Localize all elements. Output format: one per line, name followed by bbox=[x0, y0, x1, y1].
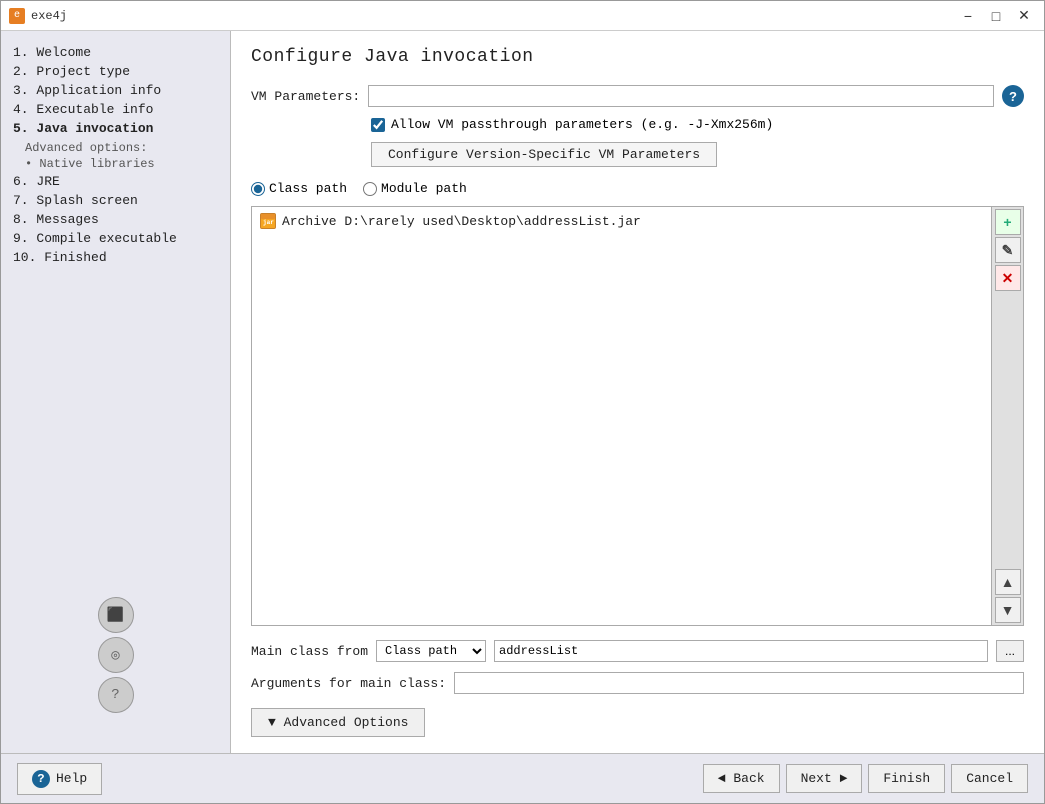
sidebar-item-executable-info[interactable]: 4. Executable info bbox=[9, 100, 222, 119]
sidebar-item-project-type[interactable]: 2. Project type bbox=[9, 62, 222, 81]
restore-button[interactable]: □ bbox=[984, 6, 1008, 26]
arguments-input[interactable] bbox=[454, 672, 1024, 694]
sidebar-item-splash-screen[interactable]: 7. Splash screen bbox=[9, 191, 222, 210]
configure-version-specific-button[interactable]: Configure Version-Specific VM Parameters bbox=[371, 142, 717, 167]
main-class-label: Main class from bbox=[251, 644, 368, 659]
main-class-row: Main class from Class path Module path .… bbox=[251, 640, 1024, 662]
module-path-option[interactable]: Module path bbox=[363, 181, 467, 196]
vm-parameters-help-button[interactable]: ? bbox=[1002, 85, 1024, 107]
classpath-remove-button[interactable]: ✕ bbox=[995, 265, 1021, 291]
back-button[interactable]: ◄ Back bbox=[703, 764, 780, 793]
classpath-item[interactable]: jar Archive D:\rarely used\Desktop\addre… bbox=[256, 211, 987, 231]
configure-btn-row: Configure Version-Specific VM Parameters bbox=[251, 142, 1024, 167]
class-path-option[interactable]: Class path bbox=[251, 181, 347, 196]
main-class-browse-button[interactable]: ... bbox=[996, 640, 1024, 662]
main-window: e exe4j − □ ✕ 1. Welcome 2. Project type… bbox=[0, 0, 1045, 804]
sidebar-item-welcome[interactable]: 1. Welcome bbox=[9, 43, 222, 62]
svg-text:jar: jar bbox=[263, 219, 274, 226]
classpath-list[interactable]: jar Archive D:\rarely used\Desktop\addre… bbox=[252, 207, 991, 625]
main-class-input[interactable] bbox=[494, 640, 988, 662]
minimize-button[interactable]: − bbox=[956, 6, 980, 26]
allow-passthrough-label: Allow VM passthrough parameters (e.g. -J… bbox=[391, 117, 773, 132]
help-label: Help bbox=[56, 771, 87, 786]
classpath-add-button[interactable]: + bbox=[995, 209, 1021, 235]
sidebar-item-compile-executable[interactable]: 9. Compile executable bbox=[9, 229, 222, 248]
sidebar-icon-2: ◎ bbox=[98, 637, 134, 673]
sidebar-advanced-options-section: Advanced options: • Native libraries bbox=[9, 140, 222, 172]
sidebar-item-messages[interactable]: 8. Messages bbox=[9, 210, 222, 229]
allow-passthrough-checkbox[interactable] bbox=[371, 118, 385, 132]
sidebar-item-java-invocation[interactable]: 5. Java invocation bbox=[9, 119, 222, 138]
main-panel: Configure Java invocation VM Parameters:… bbox=[231, 31, 1044, 753]
sidebar-native-libraries[interactable]: • Native libraries bbox=[25, 156, 222, 172]
vm-parameters-input[interactable] bbox=[368, 85, 994, 107]
module-path-label: Module path bbox=[381, 181, 467, 196]
jar-icon: jar bbox=[260, 213, 276, 229]
classpath-container: jar Archive D:\rarely used\Desktop\addre… bbox=[251, 206, 1024, 626]
main-class-dropdown[interactable]: Class path Module path bbox=[376, 640, 486, 662]
vm-parameters-row: VM Parameters: ? bbox=[251, 85, 1024, 107]
window-controls: − □ ✕ bbox=[956, 6, 1036, 26]
help-button[interactable]: ? Help bbox=[17, 763, 102, 795]
sidebar-item-jre[interactable]: 6. JRE bbox=[9, 172, 222, 191]
sidebar: 1. Welcome 2. Project type 3. Applicatio… bbox=[1, 31, 231, 753]
cancel-button[interactable]: Cancel bbox=[951, 764, 1028, 793]
sidebar-item-finished[interactable]: 10. Finished bbox=[9, 248, 222, 267]
class-path-radio[interactable] bbox=[251, 182, 265, 196]
advanced-options-button[interactable]: ▼ Advanced Options bbox=[251, 708, 425, 737]
close-button[interactable]: ✕ bbox=[1012, 6, 1036, 26]
sidebar-item-application-info[interactable]: 3. Application info bbox=[9, 81, 222, 100]
app-icon: e bbox=[9, 8, 25, 24]
next-button[interactable]: Next ► bbox=[786, 764, 863, 793]
allow-passthrough-row: Allow VM passthrough parameters (e.g. -J… bbox=[251, 117, 1024, 132]
help-icon: ? bbox=[32, 770, 50, 788]
classpath-edit-button[interactable]: ✎ bbox=[995, 237, 1021, 263]
sidebar-bottom-icons: ⬛ ◎ ? bbox=[98, 597, 134, 713]
classpath-up-button[interactable]: ▲ bbox=[995, 569, 1021, 595]
classpath-action-sidebar: + ✎ ✕ ▲ ▼ bbox=[991, 207, 1023, 625]
title-bar-left: e exe4j bbox=[9, 8, 67, 24]
panel-title: Configure Java invocation bbox=[251, 47, 1024, 67]
finish-button[interactable]: Finish bbox=[868, 764, 945, 793]
sidebar-advanced-options-label: Advanced options: bbox=[25, 140, 222, 156]
title-bar: e exe4j − □ ✕ bbox=[1, 1, 1044, 31]
classpath-down-button[interactable]: ▼ bbox=[995, 597, 1021, 623]
vm-parameters-label: VM Parameters: bbox=[251, 89, 360, 104]
bottom-bar: ? Help ◄ Back Next ► Finish Cancel bbox=[1, 753, 1044, 803]
class-path-label: Class path bbox=[269, 181, 347, 196]
module-path-radio[interactable] bbox=[363, 182, 377, 196]
classpath-item-label: Archive D:\rarely used\Desktop\addressLi… bbox=[282, 214, 641, 229]
arguments-label: Arguments for main class: bbox=[251, 676, 446, 691]
window-title: exe4j bbox=[31, 9, 67, 23]
main-content: 1. Welcome 2. Project type 3. Applicatio… bbox=[1, 31, 1044, 753]
sidebar-icon-3: ? bbox=[98, 677, 134, 713]
sidebar-icon-1: ⬛ bbox=[98, 597, 134, 633]
path-radio-row: Class path Module path bbox=[251, 181, 1024, 196]
arguments-row: Arguments for main class: bbox=[251, 672, 1024, 694]
bottom-left: ? Help bbox=[17, 763, 102, 795]
bottom-right: ◄ Back Next ► Finish Cancel bbox=[703, 764, 1028, 793]
